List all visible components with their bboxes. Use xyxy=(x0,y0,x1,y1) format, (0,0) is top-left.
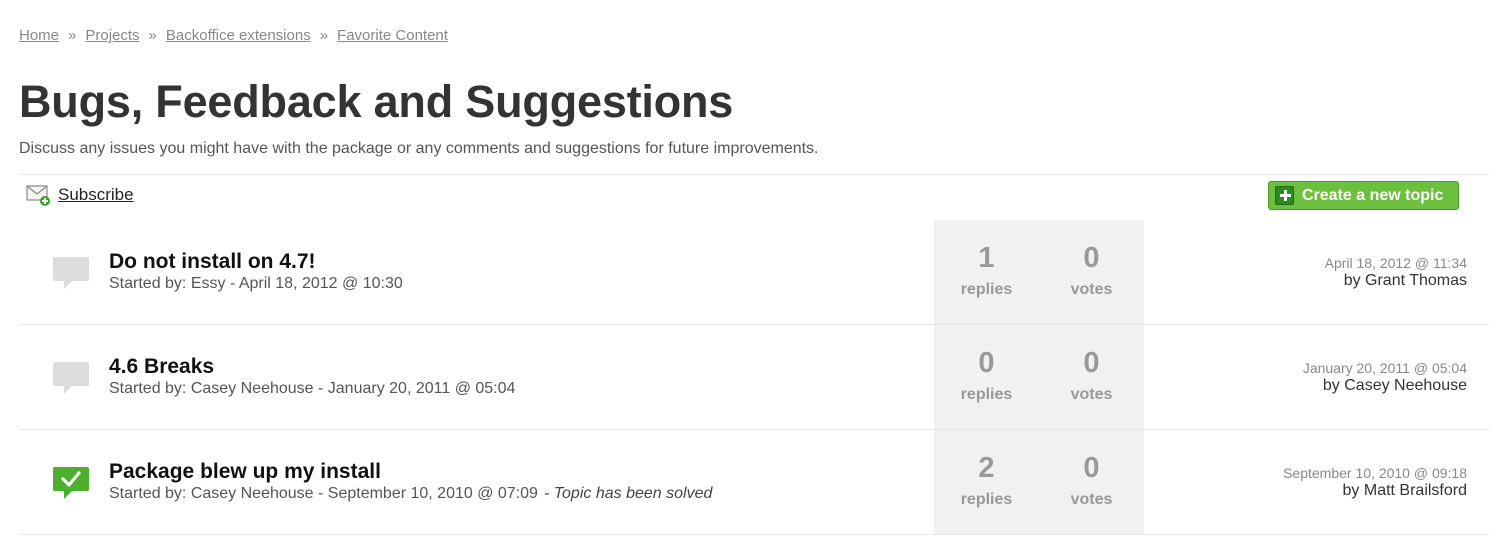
topic-stats: 1 replies 0 votes xyxy=(934,220,1144,324)
replies-stat: 1 replies xyxy=(934,220,1039,324)
subscribe-link[interactable]: Subscribe xyxy=(26,183,134,207)
topic-started-by: Started by: Essy - April 18, 2012 @ 10:3… xyxy=(109,275,403,293)
votes-label: votes xyxy=(1070,281,1113,298)
topic-list: Do not install on 4.7! Started by: Essy … xyxy=(19,220,1489,535)
topic-stats: 0 replies 0 votes xyxy=(934,325,1144,429)
votes-stat: 0 votes xyxy=(1039,325,1144,429)
votes-stat: 0 votes xyxy=(1039,430,1144,534)
solved-note: - Topic has been solved xyxy=(543,485,713,502)
votes-count: 0 xyxy=(1083,347,1100,379)
page-description: Discuss any issues you might have with t… xyxy=(19,140,819,157)
topic-started-text: Started by: Casey Neehouse - September 1… xyxy=(109,485,538,502)
replies-stat: 2 replies xyxy=(934,430,1039,534)
subscribe-label[interactable]: Subscribe xyxy=(58,185,134,205)
last-post-info: September 10, 2010 @ 09:18 by Matt Brail… xyxy=(1283,465,1467,500)
replies-label: replies xyxy=(960,491,1013,508)
create-new-topic-label: Create a new topic xyxy=(1302,186,1444,204)
topic-started-by: Started by: Casey Neehouse - September 1… xyxy=(109,485,712,503)
breadcrumb-separator: » xyxy=(319,27,329,44)
last-post-date[interactable]: September 10, 2010 @ 09:18 xyxy=(1283,465,1467,481)
page-title: Bugs, Feedback and Suggestions xyxy=(19,76,734,127)
topic-started-text: Started by: Casey Neehouse - January 20,… xyxy=(109,380,516,397)
breadcrumb-home-link[interactable]: Home xyxy=(19,27,59,44)
last-post-author: by Casey Neehouse xyxy=(1322,377,1467,394)
topic-row[interactable]: 4.6 Breaks Started by: Casey Neehouse - … xyxy=(19,325,1489,430)
topic-started-by: Started by: Casey Neehouse - January 20,… xyxy=(109,380,515,398)
create-new-topic-button[interactable]: Create a new topic xyxy=(1268,181,1459,210)
votes-stat: 0 votes xyxy=(1039,220,1144,324)
breadcrumb-favorite-content-link[interactable]: Favorite Content xyxy=(337,27,448,44)
replies-label: replies xyxy=(960,386,1013,403)
mail-add-icon xyxy=(26,183,52,207)
votes-count: 0 xyxy=(1083,452,1100,484)
last-post-info: January 20, 2011 @ 05:04 by Casey Neehou… xyxy=(1303,360,1467,395)
topic-row[interactable]: Do not install on 4.7! Started by: Essy … xyxy=(19,220,1489,325)
replies-stat: 0 replies xyxy=(934,325,1039,429)
replies-count: 1 xyxy=(978,242,995,274)
breadcrumb-separator: » xyxy=(68,27,77,44)
divider xyxy=(19,174,1489,175)
last-post-author: by Matt Brailsford xyxy=(1342,482,1467,499)
votes-count: 0 xyxy=(1083,242,1100,274)
votes-label: votes xyxy=(1070,386,1113,403)
solved-check-bubble-icon xyxy=(52,465,90,501)
last-post-date[interactable]: April 18, 2012 @ 11:34 xyxy=(1325,255,1467,271)
speech-bubble-icon xyxy=(52,255,90,291)
breadcrumb-separator: » xyxy=(148,27,157,44)
replies-label: replies xyxy=(960,281,1013,298)
breadcrumb: Home » Projects » Backoffice extensions » Favo… xyxy=(19,27,448,44)
last-post-date[interactable]: January 20, 2011 @ 05:04 xyxy=(1303,360,1467,376)
plus-icon xyxy=(1275,186,1294,205)
last-post-author: by Grant Thomas xyxy=(1343,272,1467,289)
votes-label: votes xyxy=(1070,491,1113,508)
breadcrumb-backoffice-extensions-link[interactable]: Backoffice extensions xyxy=(166,27,311,44)
last-post-info: April 18, 2012 @ 11:34 by Grant Thomas xyxy=(1325,255,1467,290)
speech-bubble-icon xyxy=(52,360,90,396)
topic-stats: 2 replies 0 votes xyxy=(934,430,1144,534)
breadcrumb-projects-link[interactable]: Projects xyxy=(85,27,139,44)
topic-title-link[interactable]: Do not install on 4.7! xyxy=(109,250,316,274)
topic-started-text: Started by: Essy - April 18, 2012 @ 10:3… xyxy=(109,275,403,292)
replies-count: 0 xyxy=(978,347,995,379)
topic-title-link[interactable]: 4.6 Breaks xyxy=(109,355,214,379)
topic-title-link[interactable]: Package blew up my install xyxy=(109,460,381,484)
topic-row[interactable]: Package blew up my install Started by: C… xyxy=(19,430,1489,535)
replies-count: 2 xyxy=(978,452,995,484)
